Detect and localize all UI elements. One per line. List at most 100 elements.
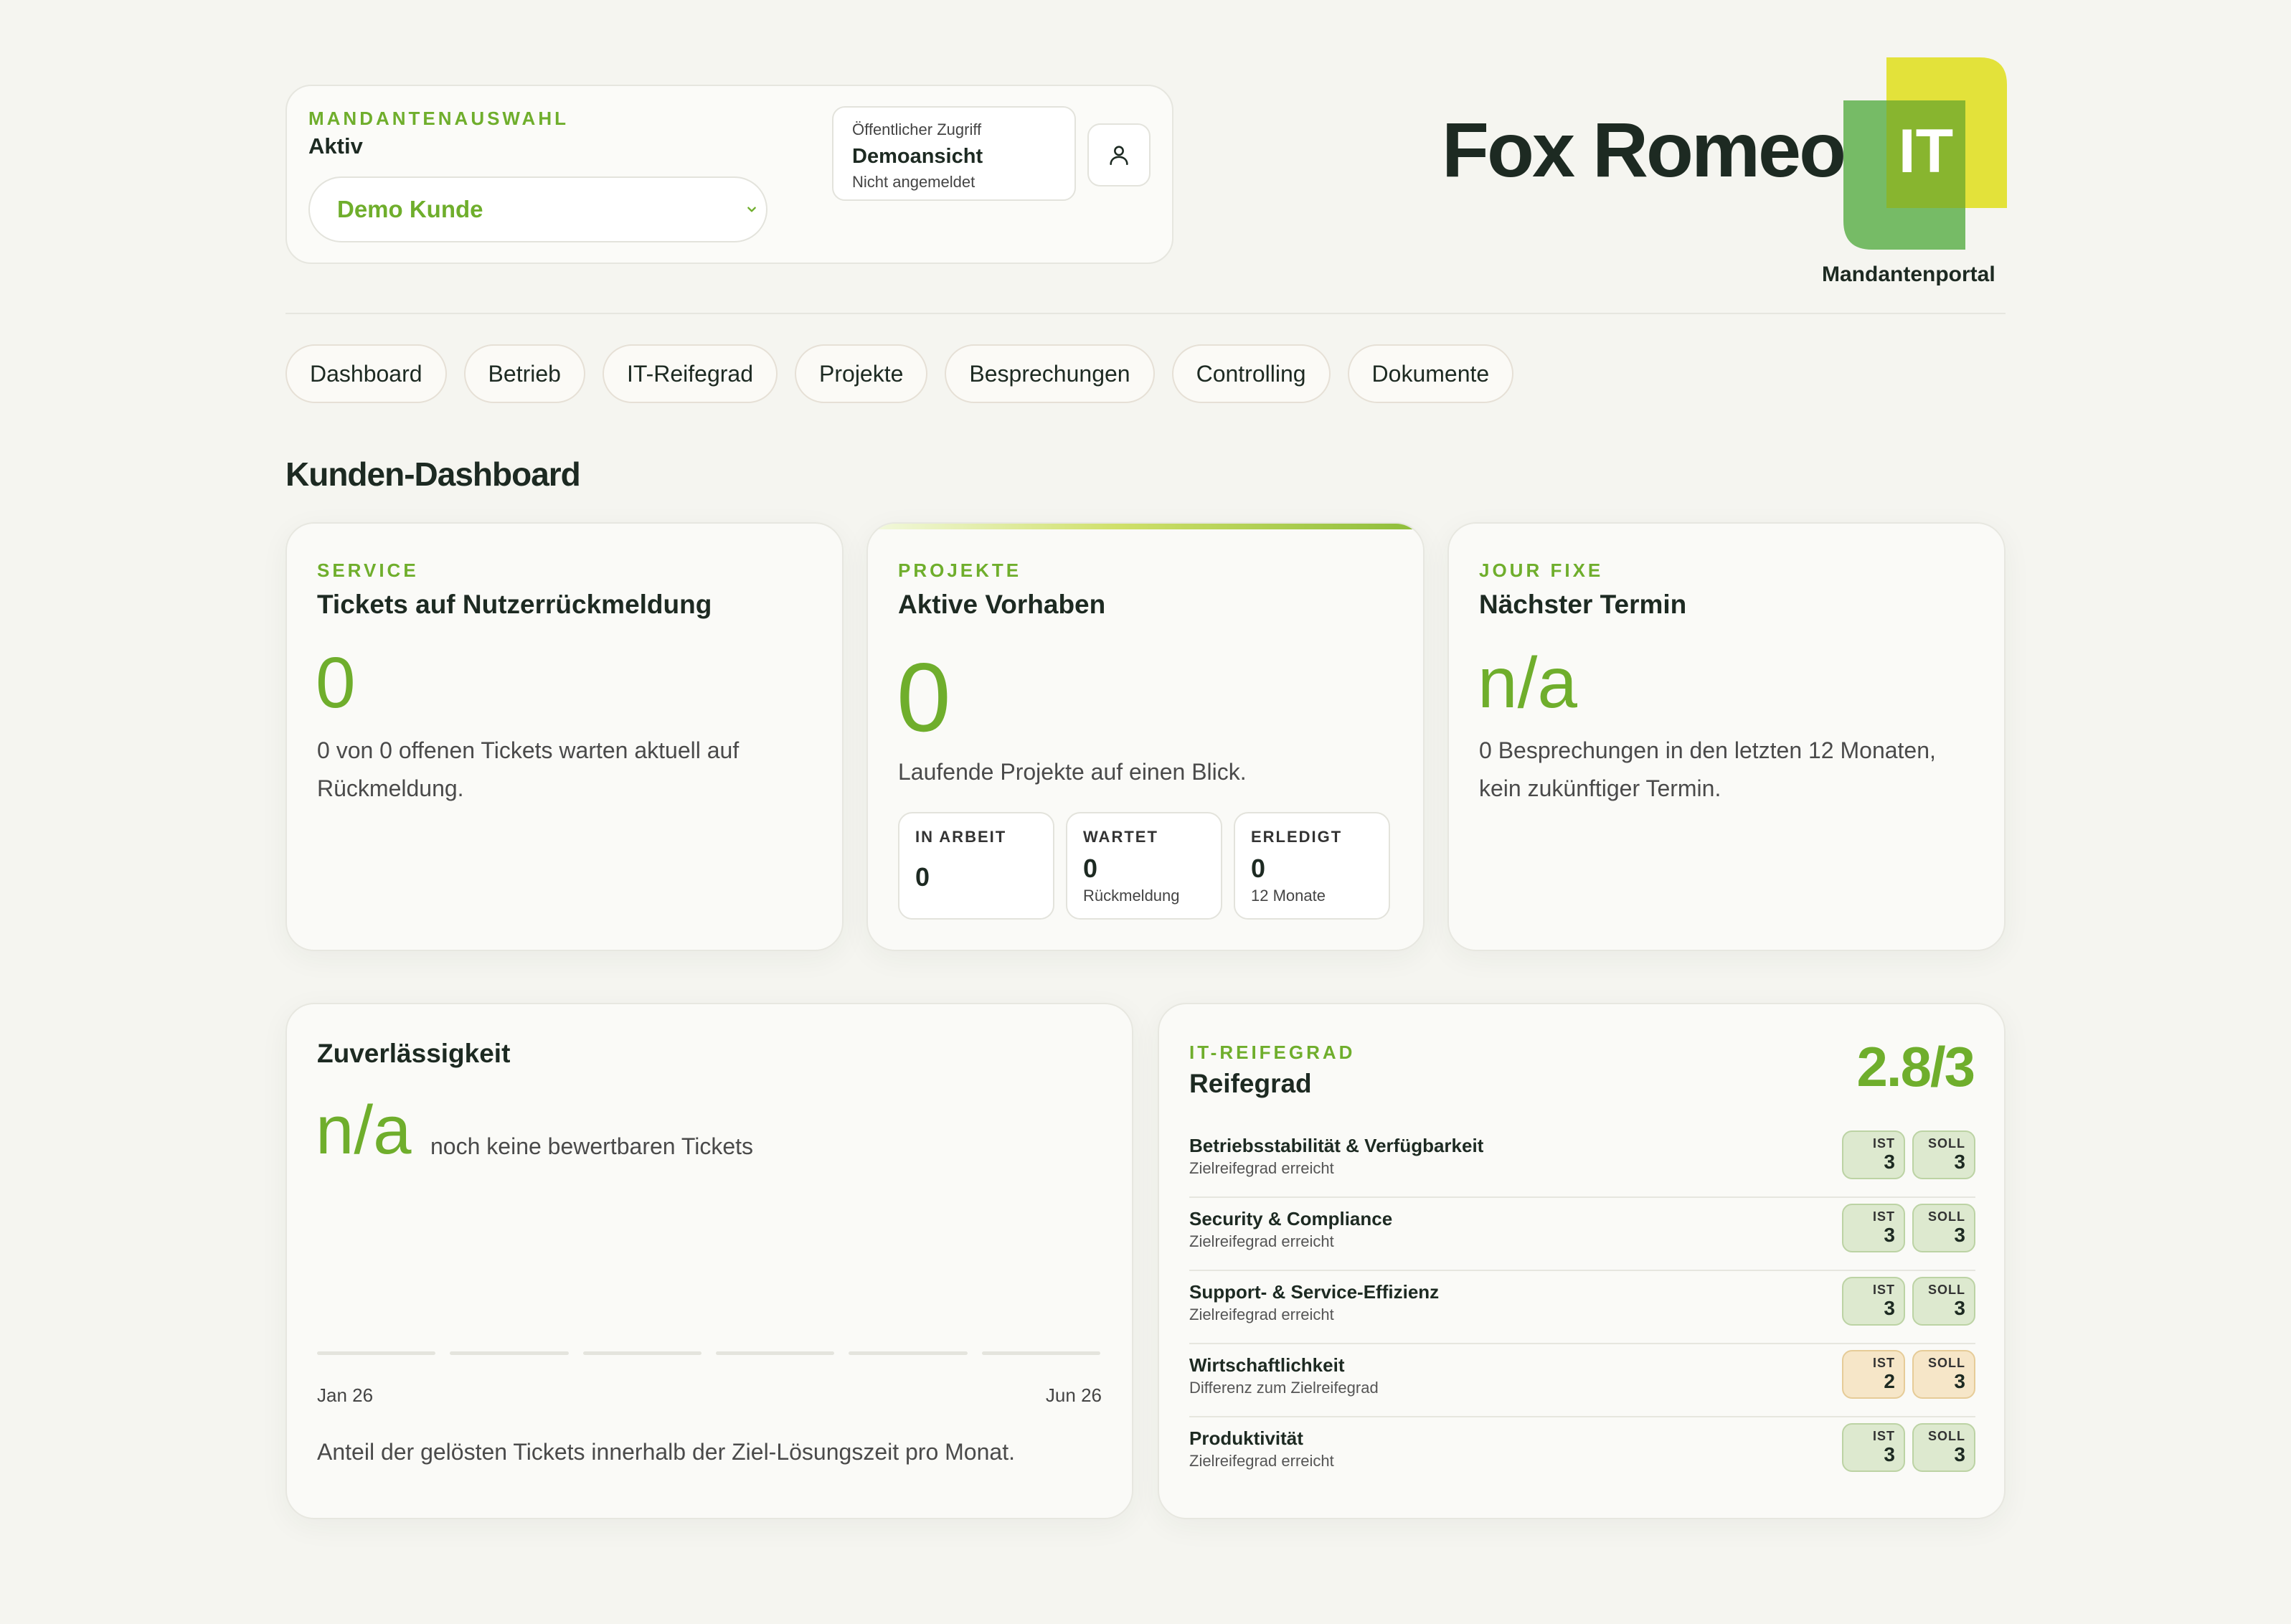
access-view: Demoansicht <box>852 145 983 168</box>
brand-title: Fox Romeo <box>1442 106 1846 193</box>
projects-accent-bar <box>868 524 1423 529</box>
maturity-title: Reifegrad <box>1189 1069 1312 1098</box>
maturity-row-name: Betriebsstabilität & Verfügbarkeit <box>1189 1135 1484 1156</box>
soll-badge: SOLL 3 <box>1912 1277 1975 1326</box>
axis-end-label: Jun 26 <box>1045 1384 1102 1406</box>
month-bar <box>981 1351 1100 1355</box>
stat-label: ERLEDIGT <box>1251 828 1343 846</box>
chevron-down-icon <box>747 207 756 212</box>
soll-badge-label: SOLL <box>1928 1356 1965 1370</box>
nav-betrieb[interactable]: Betrieb <box>463 344 585 403</box>
service-title: Tickets auf Nutzerrückmeldung <box>317 590 712 619</box>
maturity-row-status: Zielreifegrad erreicht <box>1189 1232 1334 1250</box>
projects-card: PROJEKTE Aktive Vorhaben 0 Laufende Proj… <box>866 522 1425 951</box>
user-icon <box>1110 146 1128 166</box>
reliability-value: n/a <box>316 1092 412 1169</box>
ist-badge-label: IST <box>1872 1283 1895 1297</box>
ist-badge: IST 3 <box>1842 1423 1905 1472</box>
header-divider <box>285 313 2006 314</box>
ist-badge: IST 2 <box>1842 1350 1905 1399</box>
service-value: 0 <box>316 643 356 723</box>
nav-dokumente[interactable]: Dokumente <box>1347 344 1514 403</box>
stat-value: 0 <box>1083 854 1098 883</box>
page-title: Kunden-Dashboard <box>285 455 581 493</box>
soll-badge-value: 3 <box>1954 1151 1965 1173</box>
soll-badge-value: 3 <box>1954 1297 1965 1319</box>
ist-badge-label: IST <box>1872 1356 1895 1370</box>
access-type: Öffentlicher Zugriff <box>852 121 982 138</box>
tenant-status: Aktiv <box>308 133 363 159</box>
service-text-1: 0 von 0 offenen Tickets warten aktuell a… <box>317 737 740 763</box>
axis-start-label: Jan 26 <box>317 1384 374 1406</box>
reliability-month-bars <box>317 1351 1100 1356</box>
nav-it-reifegrad[interactable]: IT-Reifegrad <box>602 344 778 403</box>
soll-badge-label: SOLL <box>1928 1283 1965 1297</box>
jour-fixe-card: JOUR FIXE Nächster Termin n/a 0 Besprech… <box>1447 522 2006 951</box>
maturity-eyebrow: IT-REIFEGRAD <box>1189 1042 1356 1063</box>
soll-badge-label: SOLL <box>1928 1209 1965 1224</box>
maturity-row-name: Support- & Service-Effizienz <box>1189 1281 1440 1303</box>
projects-value: 0 <box>897 643 951 752</box>
month-bar <box>849 1351 968 1355</box>
soll-badge: SOLL 3 <box>1912 1130 1975 1179</box>
ist-badge-value: 2 <box>1884 1370 1895 1392</box>
tenant-selector-eyebrow: MANDANTENAUSWAHL <box>308 108 569 129</box>
ist-badge-label: IST <box>1872 1209 1895 1224</box>
stat-in-arbeit: IN ARBEIT 0 <box>898 812 1054 920</box>
ist-badge-value: 3 <box>1884 1443 1895 1465</box>
soll-badge-value: 3 <box>1954 1443 1965 1465</box>
projects-title: Aktive Vorhaben <box>898 590 1106 619</box>
maturity-row: Support- & Service-Effizienz Zielreifegra… <box>1189 1271 1975 1344</box>
maturity-row: Wirtschaftlichkeit Differenz zum Zielreif… <box>1189 1344 1975 1417</box>
nav-dashboard[interactable]: Dashboard <box>285 344 447 403</box>
soll-badge: SOLL 3 <box>1912 1350 1975 1399</box>
month-bar <box>450 1351 569 1355</box>
company-logo: IT <box>1843 57 2007 250</box>
jour-fixe-title: Nächster Termin <box>1479 590 1687 619</box>
stat-sub: Rückmeldung <box>1083 887 1180 905</box>
stat-wartet: WARTET 0 Rückmeldung <box>1066 812 1222 920</box>
maturity-row: Betriebsstabilität & Verfügbarkeit Zielre… <box>1189 1125 1975 1198</box>
ist-badge: IST 3 <box>1842 1130 1905 1179</box>
ist-badge: IST 3 <box>1842 1204 1905 1252</box>
soll-badge: SOLL 3 <box>1912 1423 1975 1472</box>
jour-fixe-text-2: kein zukünftiger Termin. <box>1479 775 1721 801</box>
soll-badge-label: SOLL <box>1928 1429 1965 1443</box>
jour-fixe-eyebrow: JOUR FIXE <box>1479 560 1604 581</box>
reliability-title: Zuverlässigkeit <box>317 1039 511 1068</box>
maturity-score: 2.8/3 <box>1856 1035 1975 1098</box>
main-nav: Dashboard Betrieb IT-Reifegrad Projekte … <box>285 344 1514 403</box>
month-bar <box>715 1351 835 1355</box>
reliability-note: noch keine bewertbaren Tickets <box>430 1133 754 1159</box>
maturity-card: IT-REIFEGRAD Reifegrad 2.8/3 Betriebssta… <box>1158 1003 2006 1519</box>
nav-besprechungen[interactable]: Besprechungen <box>945 344 1155 403</box>
jour-fixe-text-1: 0 Besprechungen in den letzten 12 Monate… <box>1479 737 1936 763</box>
stat-value: 0 <box>915 862 930 892</box>
projects-text: Laufende Projekte auf einen Blick. <box>898 759 1247 785</box>
ist-badge-value: 3 <box>1884 1151 1895 1173</box>
maturity-row: Produktivität Zielreifegrad erreicht IST 3 S… <box>1189 1417 1975 1491</box>
maturity-row: Security & Compliance Zielreifegrad errei… <box>1189 1198 1975 1271</box>
tenant-selector-card: MANDANTENAUSWAHL Aktiv Demo Kunde Öffent… <box>285 85 1173 264</box>
month-bar <box>317 1351 436 1355</box>
maturity-row-status: Zielreifegrad erreicht <box>1189 1159 1334 1177</box>
logo-text: IT <box>1899 117 1953 186</box>
stat-label: WARTET <box>1083 828 1158 846</box>
stat-sub: 12 Monate <box>1251 887 1326 905</box>
client-select[interactable]: Demo Kunde <box>308 176 767 242</box>
service-eyebrow: SERVICE <box>317 560 419 581</box>
service-text-2: Rückmeldung. <box>317 775 464 801</box>
ist-badge-label: IST <box>1872 1429 1895 1443</box>
access-info: Öffentlicher Zugriff Demoansicht Nicht a… <box>832 106 1076 201</box>
nav-projekte[interactable]: Projekte <box>795 344 928 403</box>
ist-badge-value: 3 <box>1884 1297 1895 1319</box>
user-button[interactable] <box>1087 123 1151 187</box>
reliability-card: Zuverlässigkeit n/a noch keine bewertbar… <box>285 1003 1133 1519</box>
soll-badge: SOLL 3 <box>1912 1204 1975 1252</box>
nav-controlling[interactable]: Controlling <box>1171 344 1331 403</box>
ist-badge: IST 3 <box>1842 1277 1905 1326</box>
maturity-row-name: Produktivität <box>1189 1427 1303 1449</box>
maturity-row-status: Differenz zum Zielreifegrad <box>1189 1379 1379 1397</box>
stat-label: IN ARBEIT <box>915 828 1007 846</box>
maturity-row-name: Wirtschaftlichkeit <box>1189 1354 1345 1376</box>
